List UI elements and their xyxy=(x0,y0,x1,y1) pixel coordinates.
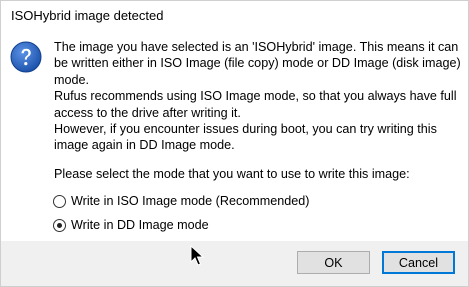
isohybrid-dialog: ISOHybrid image detected The image you h… xyxy=(0,0,469,287)
radio-button-checked[interactable] xyxy=(53,218,66,232)
window-title: ISOHybrid image detected xyxy=(11,8,164,23)
question-icon xyxy=(10,41,42,73)
radio-dd-mode[interactable]: Write in DD Image mode xyxy=(53,216,209,234)
message-paragraph-3: However, if you encounter issues during … xyxy=(54,122,437,153)
ok-button[interactable]: OK xyxy=(297,251,370,274)
radio-iso-mode-label[interactable]: Write in ISO Image mode (Recommended) xyxy=(71,194,309,208)
radio-button-unchecked[interactable] xyxy=(53,194,66,208)
select-mode-prompt: Please select the mode that you want to … xyxy=(54,167,410,181)
radio-dd-mode-label[interactable]: Write in DD Image mode xyxy=(71,218,209,232)
message-paragraph-1: The image you have selected is an 'ISOHy… xyxy=(54,40,461,87)
cancel-button[interactable]: Cancel xyxy=(382,251,455,274)
button-bar: OK Cancel xyxy=(1,241,468,286)
mouse-pointer-icon xyxy=(190,245,204,266)
message-text: The image you have selected is an 'ISOHy… xyxy=(54,39,462,154)
title-bar[interactable]: ISOHybrid image detected xyxy=(1,1,468,31)
radio-iso-mode[interactable]: Write in ISO Image mode (Recommended) xyxy=(53,192,309,210)
message-paragraph-2: Rufus recommends using ISO Image mode, s… xyxy=(54,89,457,120)
